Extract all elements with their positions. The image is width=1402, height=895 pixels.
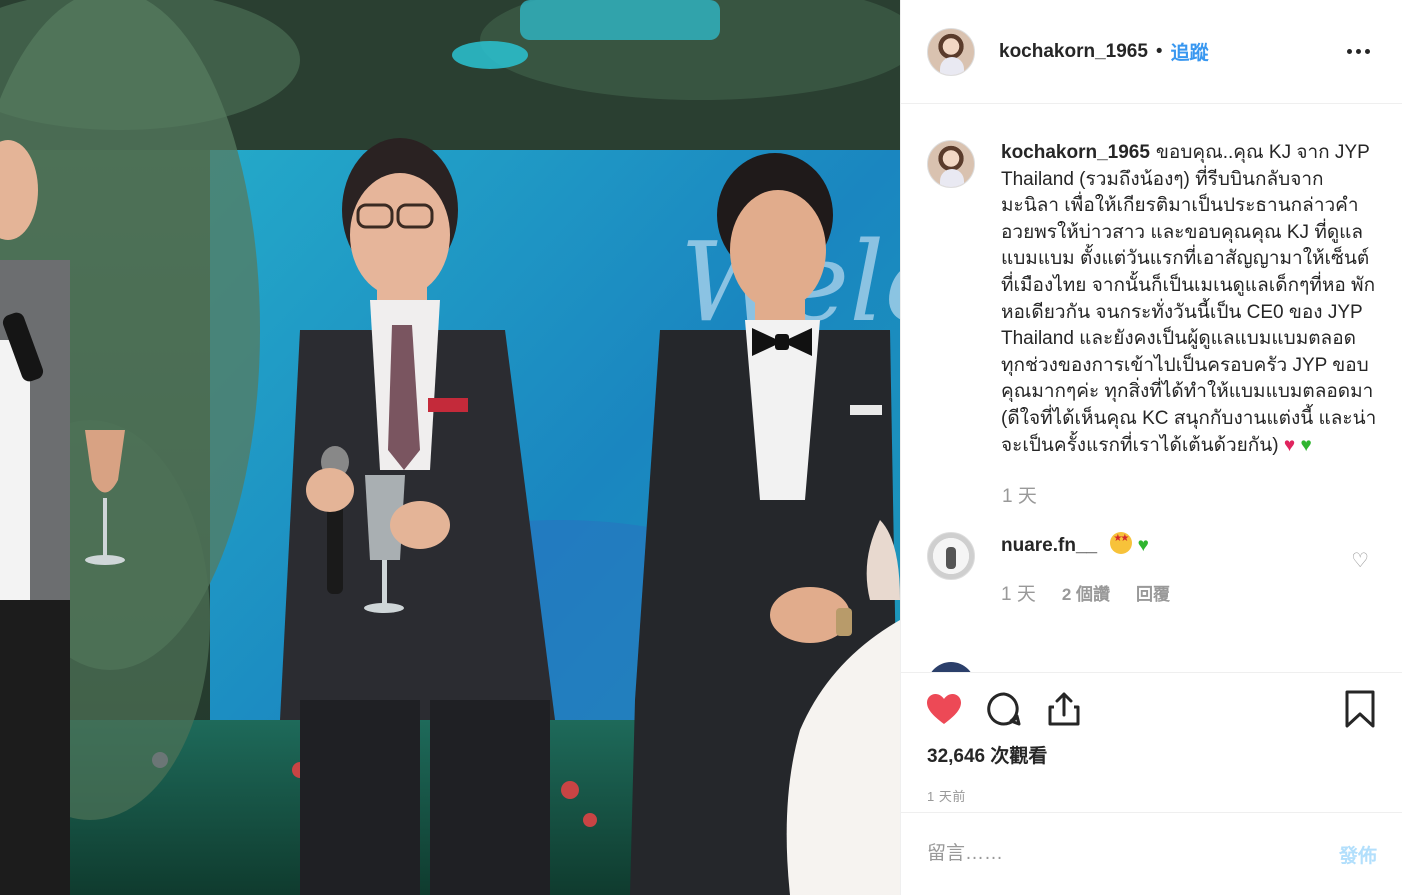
red-heart-emoji-icon: ♥	[1283, 434, 1296, 456]
post-caption: kochakorn_1965 ขอบคุณ..คุณ KJ จาก JYP Tha…	[901, 104, 1402, 459]
comment-body: nuare.fn__ ♥	[1001, 532, 1170, 557]
green-heart-emoji-icon: ♥	[1137, 535, 1149, 557]
star-struck-emoji-icon	[1110, 532, 1133, 555]
caption-timestamp: 1 天	[1002, 486, 1037, 508]
caption-username[interactable]: kochakorn_1965	[1001, 142, 1150, 163]
follow-button[interactable]: 追蹤	[1171, 38, 1209, 65]
more-dot	[1347, 49, 1352, 54]
reply-button[interactable]: 回覆	[1136, 580, 1170, 605]
comment-likes-link[interactable]: 2 個讚	[1062, 580, 1110, 605]
commenter-avatar[interactable]	[927, 532, 975, 581]
comment-item: nuare.fn__ ♥ 1 天 2 個讚 回覆 ♡	[901, 508, 1402, 606]
post-side-panel: kochakorn_1965 • 追蹤 kochakorn_1965 ขอบคุณ…	[900, 0, 1402, 895]
more-dot	[1356, 49, 1361, 54]
post-timestamp: 1 天前	[927, 789, 966, 804]
action-bar	[901, 673, 1402, 745]
comment-like-heart-icon[interactable]: ♡	[1351, 548, 1369, 573]
comment-input[interactable]	[927, 843, 1339, 865]
bookmark-icon[interactable]	[1341, 690, 1379, 728]
header-separator: •	[1155, 40, 1163, 62]
commenter-username[interactable]: nuare.fn__	[1001, 535, 1097, 556]
comment-timestamp: 1 天	[1001, 584, 1036, 606]
green-heart-emoji-icon: ♥	[1300, 434, 1312, 456]
post-media-video[interactable]: Welco	[0, 0, 900, 895]
post-comment-button[interactable]: 發佈	[1339, 841, 1377, 868]
next-commenter-avatar[interactable]	[927, 662, 975, 672]
view-count[interactable]: 32,646 次觀看	[901, 741, 1402, 768]
add-comment-form: 發佈	[901, 812, 1402, 895]
comment-meta: 1 天 2 個讚 回覆	[1001, 579, 1170, 606]
heart-filled-icon[interactable]	[925, 690, 963, 728]
caption-body: ขอบคุณ..คุณ KJ จาก JYP Thailand (รวมถึงน…	[1001, 142, 1377, 456]
post-header: kochakorn_1965 • 追蹤	[901, 0, 1402, 104]
caption-text: kochakorn_1965 ขอบคุณ..คุณ KJ จาก JYP Tha…	[1001, 140, 1377, 459]
author-avatar[interactable]	[927, 27, 975, 76]
post-actions-section: 32,646 次觀看 1 天前	[901, 672, 1402, 812]
more-dot	[1365, 49, 1370, 54]
comments-list[interactable]: kochakorn_1965 ขอบคุณ..คุณ KJ จาก JYP Tha…	[901, 104, 1402, 672]
comment-icon[interactable]	[985, 690, 1023, 728]
more-options-icon[interactable]	[1341, 43, 1376, 60]
share-icon[interactable]	[1045, 690, 1083, 728]
caption-author-avatar[interactable]	[927, 140, 975, 188]
video-frame: Welco	[0, 0, 900, 895]
author-username[interactable]: kochakorn_1965	[999, 41, 1148, 63]
